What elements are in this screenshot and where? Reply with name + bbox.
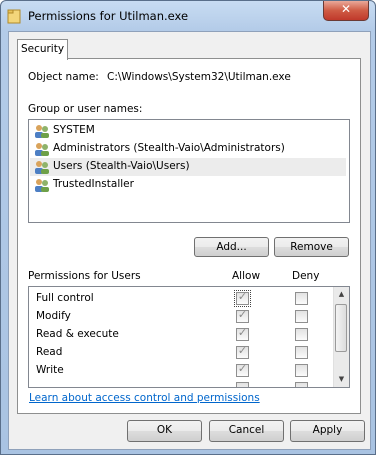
permission-row: Read ✓	[29, 343, 329, 361]
list-item-label: SYSTEM	[53, 124, 95, 136]
group-user-list[interactable]: SYSTEM Administrators (Stealth-Vaio\Admi…	[28, 119, 350, 223]
add-button[interactable]: Add...	[194, 237, 269, 257]
access-control-help-link[interactable]: Learn about access control and permissio…	[29, 392, 260, 404]
window-title: Permissions for Utilman.exe	[28, 9, 189, 23]
allow-checkbox[interactable]: ✓	[236, 362, 249, 377]
ok-button[interactable]: OK	[127, 420, 202, 442]
apply-button-label: Apply	[312, 424, 343, 436]
list-item-label: Users (Stealth-Vaio\Users)	[53, 160, 190, 172]
close-icon: ✕	[340, 2, 352, 16]
allow-checkbox[interactable]: ✓	[236, 344, 249, 359]
list-item-label: TrustedInstaller	[53, 178, 134, 190]
deny-checkbox[interactable]	[295, 328, 308, 341]
permission-row: Write ✓	[29, 361, 329, 379]
dialog-client: Security Object name: C:\Windows\System3…	[8, 31, 371, 450]
cancel-button[interactable]: Cancel	[209, 420, 284, 442]
allow-checkbox[interactable]: ✓	[236, 308, 249, 323]
users-group-icon	[35, 161, 49, 174]
check-icon: ✓	[237, 308, 248, 321]
tab-security[interactable]: Security	[17, 39, 68, 60]
check-icon: ✓	[237, 326, 248, 339]
tab-label: Security	[20, 43, 65, 55]
cancel-button-label: Cancel	[228, 424, 265, 436]
list-item[interactable]: TrustedInstaller	[30, 176, 346, 194]
object-name-label: Object name:	[28, 71, 99, 83]
close-button[interactable]: ✕	[323, 1, 369, 21]
permissions-scrollbar[interactable]: ▲ ▼	[333, 287, 349, 387]
check-icon: ✓	[237, 362, 248, 375]
users-group-icon	[35, 125, 49, 138]
permissions-window: Permissions for Utilman.exe ✕ Security O…	[0, 0, 376, 455]
permission-name: Full control	[36, 292, 94, 304]
scroll-thumb[interactable]	[335, 304, 347, 352]
remove-button-label: Remove	[290, 241, 333, 253]
allow-checkbox[interactable]: ✓	[234, 290, 251, 307]
group-names-label: Group or user names:	[28, 103, 143, 115]
permission-row: Full control ✓	[29, 289, 329, 307]
ok-button-label: OK	[156, 424, 173, 436]
list-item[interactable]: Administrators (Stealth-Vaio\Administrat…	[30, 140, 346, 158]
deny-checkbox[interactable]	[295, 364, 308, 377]
add-button-label: Add...	[216, 241, 247, 253]
users-group-icon	[35, 143, 49, 156]
users-group-icon	[35, 179, 49, 192]
folder-lock-icon	[7, 9, 21, 24]
allow-checkbox[interactable]	[236, 382, 249, 387]
object-name-value: C:\Windows\System32\Utilman.exe	[107, 71, 291, 83]
check-icon: ✓	[237, 290, 248, 303]
scroll-up-icon[interactable]: ▲	[334, 287, 349, 302]
list-item[interactable]: SYSTEM	[30, 122, 346, 140]
allow-header: Allow	[232, 270, 261, 282]
security-panel: Object name: C:\Windows\System32\Utilman…	[17, 58, 361, 414]
deny-header: Deny	[292, 270, 320, 282]
permission-row: Read & execute ✓	[29, 325, 329, 343]
permissions-label: Permissions for Users	[28, 270, 141, 282]
deny-checkbox[interactable]	[295, 310, 308, 323]
scroll-down-icon[interactable]: ▼	[334, 372, 349, 387]
check-icon: ✓	[237, 344, 248, 357]
allow-checkbox[interactable]: ✓	[236, 326, 249, 341]
permission-name: Modify	[36, 310, 71, 322]
deny-checkbox[interactable]	[295, 382, 308, 387]
permission-row: Modify ✓	[29, 307, 329, 325]
permission-name: Read & execute	[36, 328, 119, 340]
permission-row-partial	[29, 379, 329, 387]
permissions-list[interactable]: Full control ✓ Modify ✓ Read & execute ✓…	[28, 286, 350, 388]
permission-name: Write	[36, 364, 64, 376]
deny-checkbox[interactable]	[295, 346, 308, 359]
list-item-selected[interactable]: Users (Stealth-Vaio\Users)	[30, 158, 346, 176]
apply-button[interactable]: Apply	[290, 420, 365, 442]
title-bar[interactable]: Permissions for Utilman.exe ✕	[1, 1, 375, 31]
remove-button[interactable]: Remove	[274, 237, 349, 257]
list-item-label: Administrators (Stealth-Vaio\Administrat…	[53, 142, 285, 154]
permission-name: Read	[36, 346, 63, 358]
deny-checkbox[interactable]	[295, 292, 308, 305]
